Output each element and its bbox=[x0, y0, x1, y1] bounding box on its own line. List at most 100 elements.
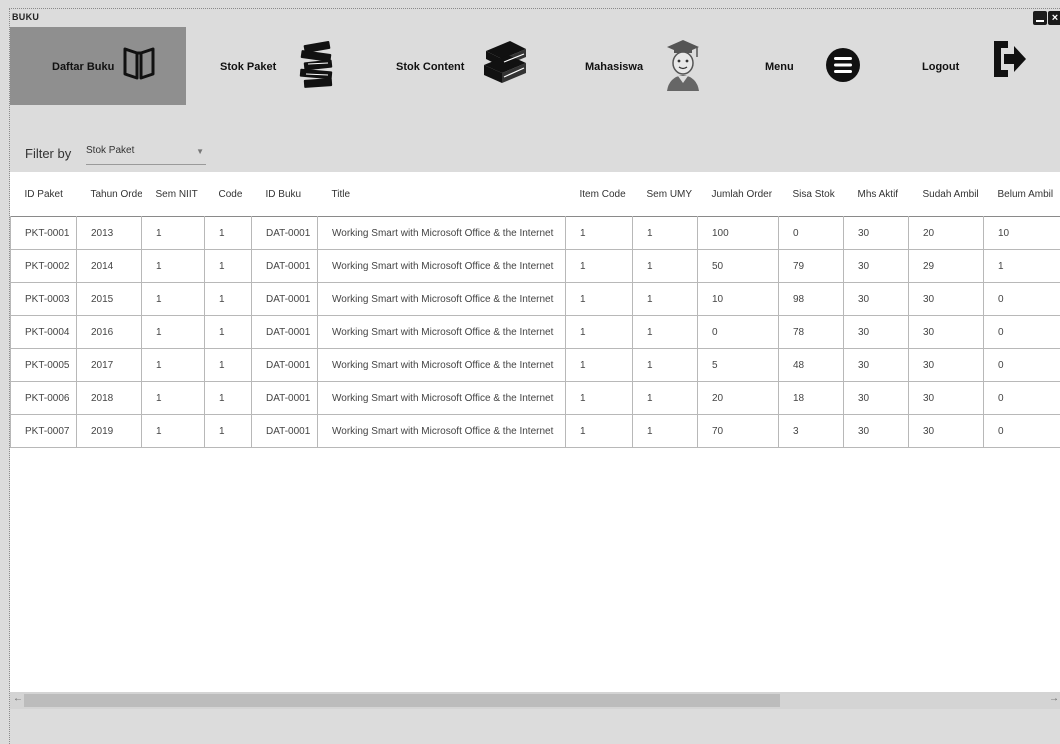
filter-label: Filter by bbox=[25, 146, 72, 161]
table-cell: 1 bbox=[204, 348, 252, 382]
table-row[interactable]: PKT-0001 2013 1 1 DAT-0001 Working Smart with… bbox=[10, 216, 1060, 250]
table-cell: 1 bbox=[565, 249, 633, 283]
table-cell: 2015 bbox=[76, 282, 142, 316]
nav-stok-paket[interactable]: Stok Paket bbox=[210, 27, 360, 105]
nav-daftar-buku[interactable]: Daftar Buku bbox=[10, 27, 186, 105]
hamburger-menu-icon bbox=[826, 48, 860, 82]
column-header[interactable]: Tahun Order bbox=[76, 172, 142, 217]
scroll-right-arrow-icon[interactable]: → bbox=[1049, 693, 1059, 704]
nav-label: Stok Paket bbox=[220, 61, 277, 73]
nav-label: Daftar Buku bbox=[52, 61, 115, 73]
nav-label: Menu bbox=[765, 61, 794, 73]
table-cell: 2014 bbox=[76, 249, 142, 283]
table-cell: PKT-0004 bbox=[10, 315, 77, 349]
table-cell: 1 bbox=[565, 348, 633, 382]
table-cell: 30 bbox=[843, 249, 909, 283]
horizontal-scrollbar[interactable]: ← → bbox=[10, 692, 1060, 709]
table-cell: 1 bbox=[565, 414, 633, 448]
table-cell: 0 bbox=[983, 348, 1060, 382]
table-header-row: ID Paket Tahun Order Sem NIIT Code ID Buku Ti… bbox=[10, 172, 1060, 217]
table-cell: 1 bbox=[632, 348, 698, 382]
table-cell: DAT-0001 bbox=[251, 249, 318, 283]
table-cell: 1 bbox=[632, 315, 698, 349]
table-row[interactable]: PKT-0005 2017 1 1 DAT-0001 Working Smart with… bbox=[10, 348, 1060, 382]
column-header[interactable]: Code bbox=[204, 172, 252, 217]
column-header[interactable]: Sudah Ambil bbox=[908, 172, 984, 217]
table-cell: 30 bbox=[908, 348, 984, 382]
scroll-left-arrow-icon[interactable]: ← bbox=[13, 693, 23, 704]
table-cell: 1 bbox=[632, 381, 698, 415]
table-cell: DAT-0001 bbox=[251, 315, 318, 349]
column-header[interactable]: Title bbox=[317, 172, 566, 217]
nav-mahasiswa[interactable]: Mahasiswa bbox=[575, 27, 725, 105]
table-row[interactable]: PKT-0007 2019 1 1 DAT-0001 Working Smart with… bbox=[10, 414, 1060, 448]
table-cell: 50 bbox=[697, 249, 779, 283]
table-cell: 1 bbox=[983, 249, 1060, 283]
filter-selected-value: Stok Paket bbox=[86, 145, 135, 156]
nav-menu[interactable]: Menu bbox=[745, 27, 895, 105]
table-cell: PKT-0005 bbox=[10, 348, 77, 382]
column-header[interactable]: Jumlah Order bbox=[697, 172, 779, 217]
column-header[interactable]: ID Paket bbox=[10, 172, 77, 217]
nav-label: Stok Content bbox=[396, 61, 465, 73]
table-cell: 98 bbox=[778, 282, 844, 316]
column-header[interactable]: Sisa Stok bbox=[778, 172, 844, 217]
table-cell: 10 bbox=[983, 216, 1060, 250]
data-table-container: ID Paket Tahun Order Sem NIIT Code ID Buku Ti… bbox=[10, 172, 1060, 692]
table-cell: 0 bbox=[697, 315, 779, 349]
table-cell: 1 bbox=[632, 282, 698, 316]
table-row[interactable]: PKT-0003 2015 1 1 DAT-0001 Working Smart with… bbox=[10, 282, 1060, 316]
nav-logout[interactable]: Logout bbox=[910, 27, 1060, 105]
table-cell: DAT-0001 bbox=[251, 216, 318, 250]
table-cell: 2013 bbox=[76, 216, 142, 250]
minimize-button[interactable] bbox=[1033, 11, 1047, 25]
table-cell: 2017 bbox=[76, 348, 142, 382]
table-cell: 30 bbox=[843, 348, 909, 382]
table-cell: 30 bbox=[843, 315, 909, 349]
table-cell: 79 bbox=[778, 249, 844, 283]
table-cell: 2018 bbox=[76, 381, 142, 415]
column-header[interactable]: ID Buku bbox=[251, 172, 318, 217]
column-header[interactable]: Item Code bbox=[565, 172, 633, 217]
open-book-icon bbox=[123, 47, 155, 80]
table-cell: 18 bbox=[778, 381, 844, 415]
table-cell: 30 bbox=[843, 414, 909, 448]
table-cell: 30 bbox=[843, 216, 909, 250]
nav-stok-content[interactable]: Stok Content bbox=[380, 27, 550, 105]
table-cell: Working Smart with Microsoft Office & th… bbox=[317, 249, 566, 283]
table-cell: Working Smart with Microsoft Office & th… bbox=[317, 216, 566, 250]
close-button[interactable]: × bbox=[1048, 11, 1060, 25]
table-cell: 30 bbox=[843, 282, 909, 316]
table-row[interactable]: PKT-0002 2014 1 1 DAT-0001 Working Smart with… bbox=[10, 249, 1060, 283]
table-cell: 1 bbox=[565, 315, 633, 349]
table-cell: 0 bbox=[983, 414, 1060, 448]
table-row[interactable]: PKT-0006 2018 1 1 DAT-0001 Working Smart with… bbox=[10, 381, 1060, 415]
table-cell: PKT-0001 bbox=[10, 216, 77, 250]
column-header[interactable]: Sem UMY bbox=[632, 172, 698, 217]
table-cell: 1 bbox=[632, 216, 698, 250]
table-cell: 1 bbox=[632, 414, 698, 448]
table-cell: 30 bbox=[908, 282, 984, 316]
column-header[interactable]: Belum Ambil bbox=[983, 172, 1060, 217]
table-cell: Working Smart with Microsoft Office & th… bbox=[317, 315, 566, 349]
table-cell: 3 bbox=[778, 414, 844, 448]
table-cell: 2019 bbox=[76, 414, 142, 448]
data-table: ID Paket Tahun Order Sem NIIT Code ID Buku Ti… bbox=[10, 172, 1060, 448]
table-row[interactable]: PKT-0004 2016 1 1 DAT-0001 Working Smart with… bbox=[10, 315, 1060, 349]
scrollbar-thumb[interactable] bbox=[24, 694, 780, 707]
table-cell: 0 bbox=[778, 216, 844, 250]
column-header[interactable]: Sem NIIT bbox=[141, 172, 205, 217]
table-cell: 0 bbox=[983, 315, 1060, 349]
table-cell: 30 bbox=[843, 381, 909, 415]
table-cell: PKT-0002 bbox=[10, 249, 77, 283]
table-cell: 1 bbox=[204, 249, 252, 283]
filter-dropdown[interactable]: Stok Paket ▼ bbox=[86, 140, 206, 165]
book-stack-icon bbox=[299, 40, 333, 88]
window-title: BUKU bbox=[12, 12, 40, 22]
app-window: BUKU × Daftar Buku Stok Paket Stok Conte… bbox=[9, 8, 1060, 744]
table-cell: DAT-0001 bbox=[251, 381, 318, 415]
table-cell: 1 bbox=[141, 348, 205, 382]
table-cell: 1 bbox=[565, 216, 633, 250]
table-cell: 20 bbox=[908, 216, 984, 250]
column-header[interactable]: Mhs Aktif bbox=[843, 172, 909, 217]
